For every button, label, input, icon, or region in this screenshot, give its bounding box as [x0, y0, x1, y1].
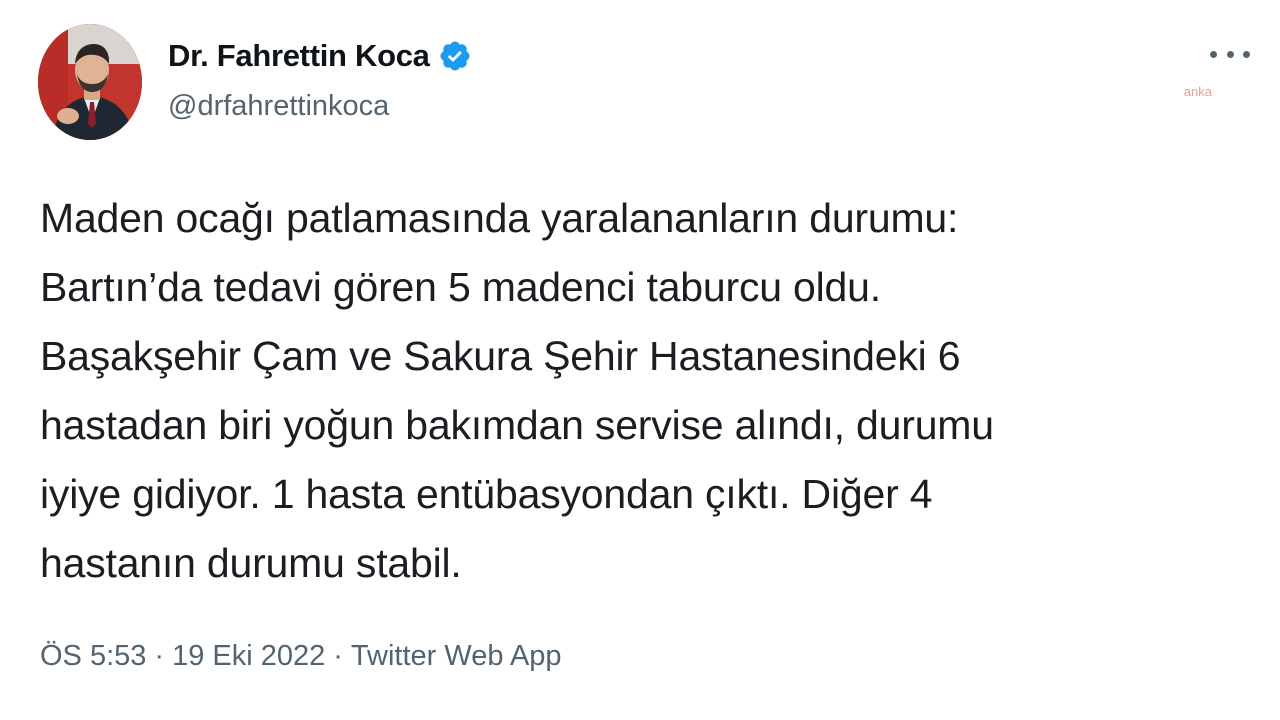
more-options-icon[interactable] — [1210, 42, 1250, 66]
author-display-name[interactable]: Dr. Fahrettin Koca — [168, 36, 430, 76]
more-dot — [1226, 50, 1234, 58]
author-handle[interactable]: @drfahrettinkoca — [168, 88, 472, 124]
watermark: anka — [1183, 84, 1212, 99]
meta-separator: · — [333, 640, 343, 672]
tweet-card: Dr. Fahrettin Koca @drfahrettinkoca anka… — [0, 0, 1280, 720]
name-row: Dr. Fahrettin Koca — [168, 36, 472, 76]
verified-badge-icon — [438, 39, 472, 73]
tweet-meta: ÖS 5:53 · 19 Eki 2022 · Twitter Web App — [40, 636, 562, 676]
author-block: Dr. Fahrettin Koca @drfahrettinkoca — [168, 36, 472, 124]
more-dot — [1243, 50, 1250, 58]
avatar[interactable] — [38, 24, 142, 140]
meta-separator: · — [154, 640, 165, 672]
more-dot — [1210, 50, 1217, 58]
tweet-source[interactable]: Twitter Web App — [351, 636, 562, 676]
tweet-text: Maden ocağı patlamasında yaralananların … — [40, 195, 994, 586]
tweet-time[interactable]: ÖS 5:53 — [40, 636, 146, 676]
tweet-date[interactable]: 19 Eki 2022 — [172, 636, 325, 676]
